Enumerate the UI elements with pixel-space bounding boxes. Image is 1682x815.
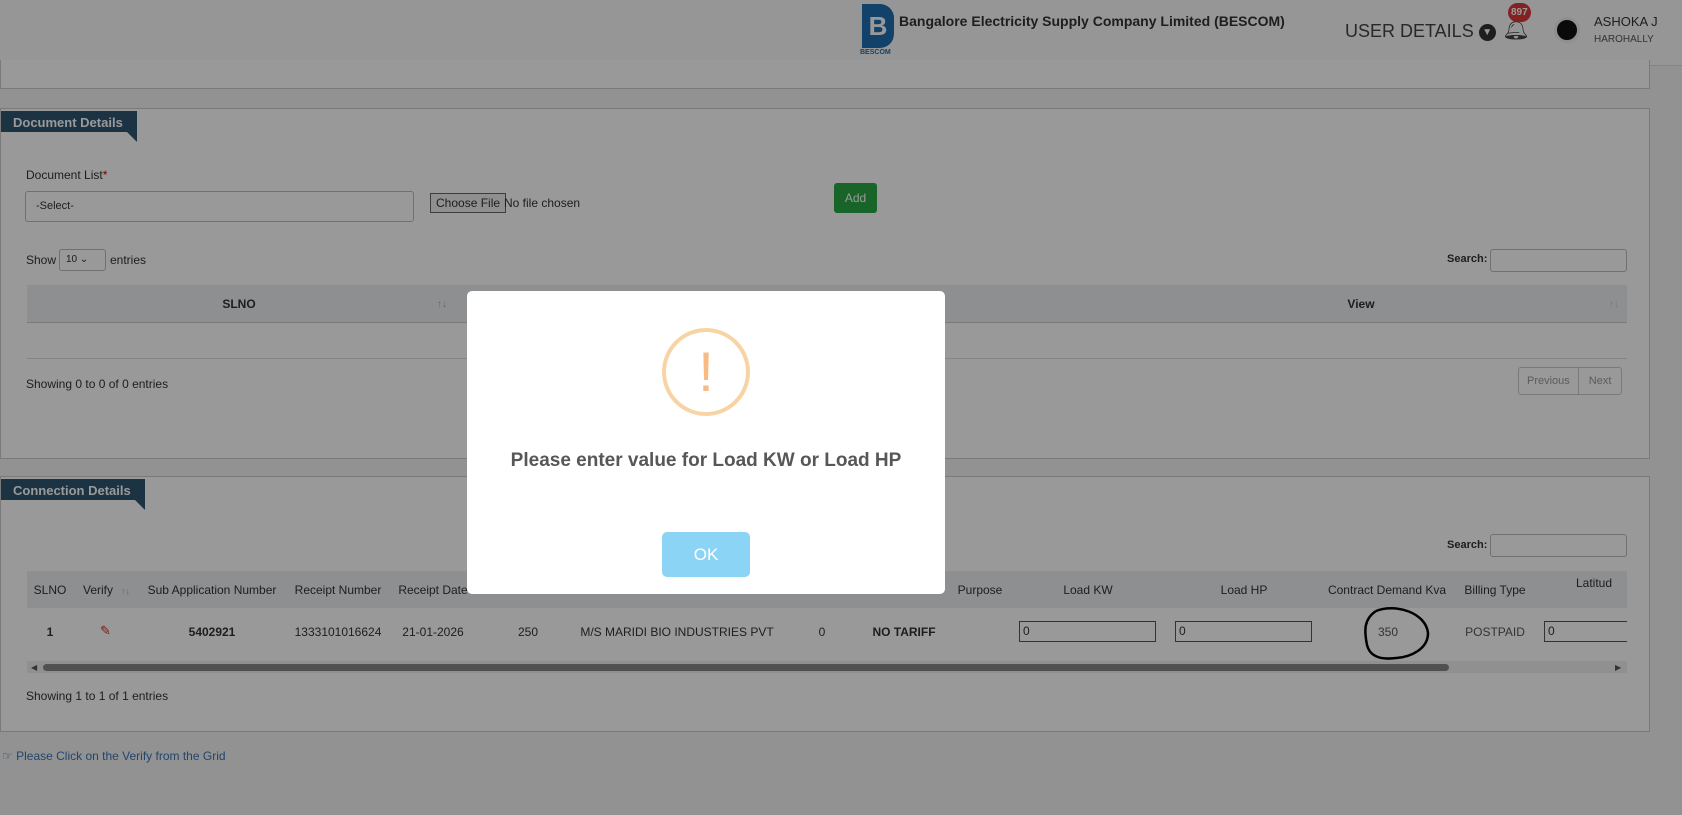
warning-icon: !: [662, 328, 750, 416]
ok-button[interactable]: OK: [662, 532, 750, 577]
alert-dialog: ! Please enter value for Load KW or Load…: [467, 291, 945, 594]
alert-message: Please enter value for Load KW or Load H…: [510, 450, 902, 471]
